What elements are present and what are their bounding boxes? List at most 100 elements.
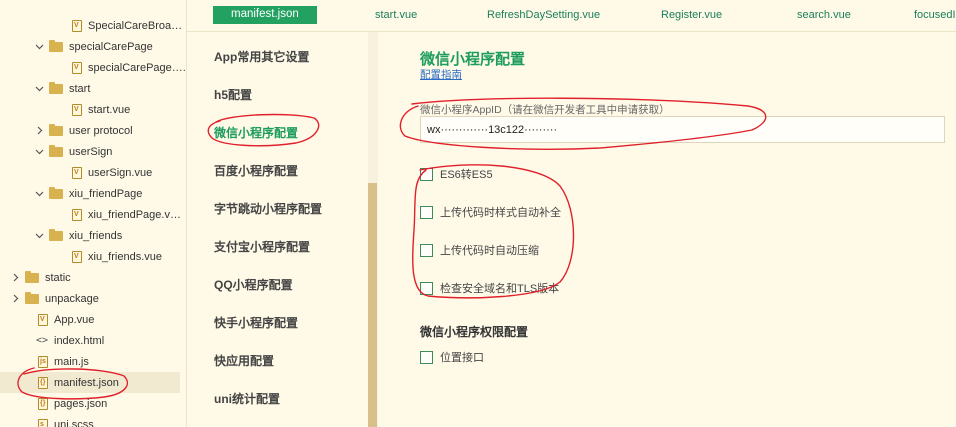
option-check-domain-tls[interactable]: 检查安全域名和TLS版本 <box>420 280 559 296</box>
tree-file[interactable]: V SpecialCareBroa… <box>0 15 186 36</box>
checkbox-label: 检查安全域名和TLS版本 <box>440 283 560 295</box>
project-file-tree: V SpecialCareBroa… specialCarePage Vspecial… <box>0 0 187 427</box>
file-type-glyph: V <box>74 252 79 260</box>
chevron-down-icon[interactable] <box>34 231 44 241</box>
chevron-down-icon[interactable] <box>34 84 44 94</box>
tree-item-label: xiu_friendPage <box>69 187 143 200</box>
folder-icon <box>49 81 63 94</box>
tree-file[interactable]: js main.js <box>0 351 186 372</box>
checkbox[interactable] <box>420 167 433 181</box>
editor-tab[interactable]: search.vue <box>797 9 851 21</box>
tree-file[interactable]: s uni.scss <box>0 414 186 427</box>
editor-tab[interactable]: RefreshDaySetting.vue <box>487 9 600 21</box>
file-icon: {} <box>38 376 48 389</box>
tree-file[interactable]: Vstart.vue <box>0 99 186 120</box>
settings-nav-item[interactable]: 字节跳动小程序配置 <box>214 200 322 217</box>
file-type-glyph: {} <box>40 399 46 407</box>
checkbox[interactable] <box>420 243 433 257</box>
tree-file[interactable]: {} pages.json <box>0 393 186 414</box>
settings-nav-item[interactable]: 微信小程序配置 <box>214 124 298 141</box>
option-es6-to-es5[interactable]: ES6转ES5 <box>420 166 493 182</box>
tree-item-label: static <box>45 271 71 284</box>
folder-icon <box>25 291 39 304</box>
settings-nav-item[interactable]: 快应用配置 <box>214 352 274 369</box>
tree-item-label: userSign.vue <box>88 166 153 179</box>
tree-item-label: manifest.json <box>54 376 119 389</box>
editor-tab[interactable]: focusedI <box>914 9 956 21</box>
chevron-right-icon[interactable] <box>10 273 20 283</box>
tree-folder[interactable]: userSign <box>0 141 186 162</box>
tree-item-label: xiu_friendPage.v… <box>88 208 181 221</box>
permission-section-title: 微信小程序权限配置 <box>420 325 529 339</box>
settings-nav-item[interactable]: 百度小程序配置 <box>214 162 298 179</box>
tree-item-label: user protocol <box>69 124 133 137</box>
tree-folder[interactable]: xiu_friends <box>0 225 186 246</box>
file-icon: V <box>72 166 82 179</box>
tree-folder[interactable]: unpackage <box>0 288 186 309</box>
checkbox[interactable] <box>420 281 433 295</box>
file-icon: s <box>38 418 48 427</box>
tree-file[interactable]: Vxiu_friends.vue <box>0 246 186 267</box>
editor-tab-bar: manifest.json start.vue RefreshDaySetting.… <box>187 0 956 32</box>
checkbox-label: ES6转ES5 <box>440 169 493 181</box>
tree-folder[interactable]: user protocol <box>0 120 186 141</box>
chevron-right-icon[interactable] <box>34 126 44 136</box>
tree-file[interactable]: <> index.html <box>0 330 186 351</box>
file-icon: V <box>72 61 82 74</box>
chevron-right-icon[interactable] <box>10 294 20 304</box>
tree-file[interactable]: V App.vue <box>0 309 186 330</box>
appid-label: 微信小程序AppID（请在微信开发者工具中申请获取） <box>420 104 670 116</box>
tree-file[interactable]: Vxiu_friendPage.v… <box>0 204 186 225</box>
tree-folder[interactable]: static <box>0 267 186 288</box>
settings-nav-scrollbar-thumb[interactable] <box>368 183 377 427</box>
checkbox[interactable] <box>420 205 433 219</box>
tree-item-label: pages.json <box>54 397 108 410</box>
editor-tab[interactable]: Register.vue <box>661 9 722 21</box>
tree-item-label: uni.scss <box>54 418 94 427</box>
permission-location[interactable]: 位置接口 <box>420 349 484 365</box>
tree-item-label: SpecialCareBroa… <box>88 19 183 32</box>
tree-folder[interactable]: xiu_friendPage <box>0 183 186 204</box>
manifest-settings-nav: App常用其它设置 h5配置微信小程序配置 百度小程序配置字节跳动小程序配置 支付宝小… <box>200 36 368 427</box>
settings-nav-item[interactable]: QQ小程序配置 <box>214 276 293 293</box>
checkbox-label: 位置接口 <box>440 352 484 364</box>
folder-icon <box>49 228 63 241</box>
chevron-down-icon[interactable] <box>34 189 44 199</box>
file-type-glyph: V <box>74 210 79 218</box>
editor-tab[interactable]: start.vue <box>375 9 417 21</box>
appid-input[interactable] <box>420 116 945 143</box>
file-type-glyph: V <box>74 21 79 29</box>
file-icon: js <box>38 355 48 368</box>
settings-nav-item[interactable]: 支付宝小程序配置 <box>214 238 310 255</box>
folder-icon <box>49 123 63 136</box>
tree-item-label: specialCarePage <box>69 40 153 53</box>
settings-nav-item[interactable]: uni统计配置 <box>214 390 280 407</box>
tree-item-label: index.html <box>54 334 105 347</box>
chevron-down-icon[interactable] <box>34 147 44 157</box>
settings-nav-item[interactable]: App常用其它设置 <box>214 48 309 65</box>
settings-nav-item[interactable]: h5配置 <box>214 86 252 103</box>
tree-item-label: main.js <box>54 355 89 368</box>
option-auto-style-prefix[interactable]: 上传代码时样式自动补全 <box>420 204 561 220</box>
file-type-glyph: V <box>40 315 45 323</box>
folder-icon <box>49 144 63 157</box>
editor-tab[interactable]: manifest.json <box>213 6 317 24</box>
tree-item-label: start <box>69 82 91 95</box>
tree-file[interactable]: VuserSign.vue <box>0 162 186 183</box>
folder-icon <box>25 270 39 283</box>
checkbox-label: 上传代码时样式自动补全 <box>440 207 561 219</box>
settings-nav-item[interactable]: 快手小程序配置 <box>214 314 298 331</box>
tree-folder[interactable]: start <box>0 78 186 99</box>
tree-file[interactable]: {} manifest.json <box>0 372 180 393</box>
file-type-glyph: V <box>74 105 79 113</box>
chevron-down-icon[interactable] <box>34 42 44 52</box>
tree-item-label: xiu_friends <box>69 229 123 242</box>
option-auto-minify[interactable]: 上传代码时自动压缩 <box>420 242 539 258</box>
config-guide-link[interactable]: 配置指南 <box>420 67 462 82</box>
checkbox[interactable] <box>420 350 433 364</box>
file-type-glyph: s <box>40 420 44 427</box>
tree-file[interactable]: VspecialCarePage…. <box>0 57 186 78</box>
file-icon: V <box>38 313 48 326</box>
tree-folder[interactable]: specialCarePage <box>0 36 186 57</box>
file-icon: V <box>72 19 82 32</box>
